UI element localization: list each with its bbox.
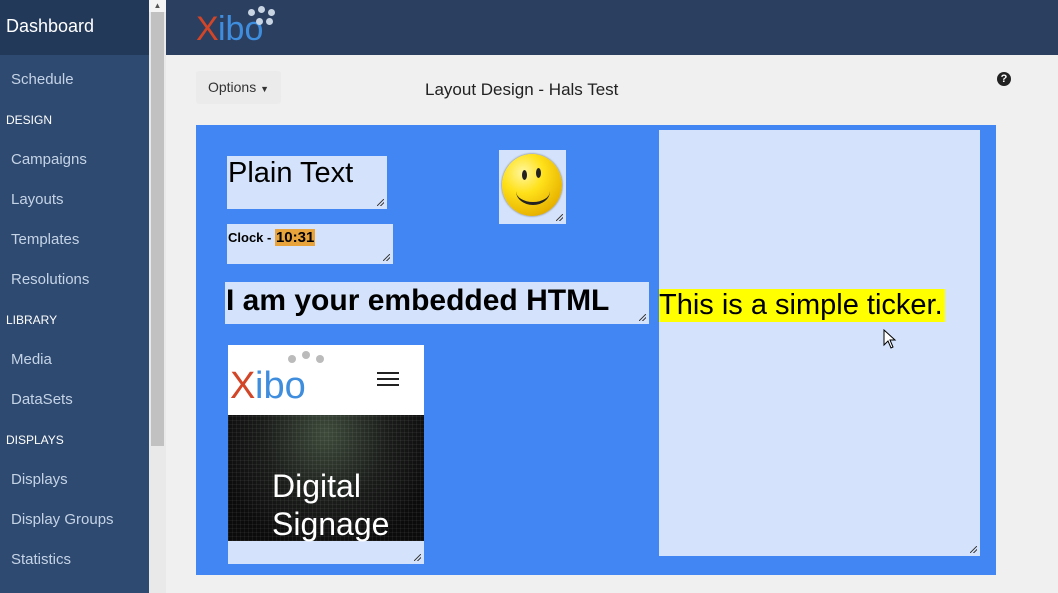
clock-label: Clock -: [228, 230, 275, 245]
sidebar-section-library: LIBRARY: [6, 313, 58, 327]
webpage-logo-ibo: ibo: [255, 365, 306, 407]
sidebar-section-design: DESIGN: [6, 113, 53, 127]
resize-grip-icon[interactable]: [639, 314, 646, 321]
clock-time: 10:31: [274, 229, 316, 246]
sidebar: Dashboard Schedule DESIGN Campaigns Layo…: [0, 0, 149, 593]
layout-canvas[interactable]: Plain Text Clock - 10:31 I am your embed…: [196, 125, 996, 575]
webpage-xibo-logo: X ibo: [228, 351, 324, 407]
webpage-hero-image: Digital Signage: [228, 415, 424, 543]
region-plain-text[interactable]: Plain Text: [227, 156, 387, 209]
region-image[interactable]: [499, 150, 566, 224]
logo-letter-x: X: [196, 10, 219, 48]
webpage-header: X ibo: [228, 345, 424, 415]
webpage-logo-x: X: [230, 365, 256, 407]
sidebar-item-campaigns[interactable]: Campaigns: [11, 151, 87, 168]
sidebar-section-displays: DISPLAYS: [6, 433, 64, 447]
sidebar-scrollbar[interactable]: ▲: [149, 0, 166, 593]
sidebar-item-schedule[interactable]: Schedule: [11, 71, 74, 88]
sidebar-item-layouts[interactable]: Layouts: [11, 191, 64, 208]
hero-title-line-1: Digital: [272, 468, 361, 504]
plain-text-widget: Plain Text: [228, 157, 354, 189]
region-clock[interactable]: Clock - 10:31: [227, 224, 393, 264]
region-ticker[interactable]: This is a simple ticker.: [659, 130, 980, 556]
sidebar-item-display-groups[interactable]: Display Groups: [11, 511, 114, 528]
top-navbar: X ibo: [166, 0, 1058, 55]
caret-down-icon: ▼: [260, 84, 270, 94]
sidebar-item-resolutions[interactable]: Resolutions: [11, 271, 89, 288]
logo-letters-ibo: ibo: [218, 10, 264, 48]
hero-title-line-2: Signage: [272, 506, 390, 542]
mouse-cursor-icon: [883, 329, 897, 349]
clock-widget: Clock - 10:31: [228, 229, 316, 246]
resize-grip-icon[interactable]: [377, 199, 384, 206]
resize-grip-icon[interactable]: [556, 214, 563, 221]
resize-grip-icon[interactable]: [414, 554, 421, 561]
embedded-html-widget: I am your embedded HTML: [226, 284, 610, 317]
xibo-logo[interactable]: X ibo: [196, 6, 286, 50]
options-label: Options: [207, 79, 257, 95]
scroll-thumb[interactable]: [151, 12, 164, 446]
sidebar-item-media[interactable]: Media: [11, 351, 52, 368]
resize-grip-icon[interactable]: [970, 546, 977, 553]
sidebar-title-dashboard[interactable]: Dashboard: [0, 0, 149, 55]
smiley-image: [502, 154, 562, 216]
hamburger-menu-icon[interactable]: [377, 372, 399, 386]
region-webpage[interactable]: X ibo Digital Signage: [228, 345, 424, 564]
sidebar-item-displays[interactable]: Displays: [11, 471, 68, 488]
region-embedded-html[interactable]: I am your embedded HTML: [225, 282, 649, 324]
scroll-up-arrow-icon[interactable]: ▲: [149, 0, 166, 12]
sidebar-item-templates[interactable]: Templates: [11, 231, 79, 248]
help-icon[interactable]: ?: [997, 72, 1011, 86]
page-title: Layout Design - Hals Test: [425, 80, 619, 99]
sidebar-item-datasets[interactable]: DataSets: [11, 391, 73, 408]
resize-grip-icon[interactable]: [383, 254, 390, 261]
options-dropdown-button[interactable]: Options ▼: [196, 71, 281, 104]
sidebar-item-statistics[interactable]: Statistics: [11, 551, 71, 568]
ticker-widget: This is a simple ticker.: [659, 289, 945, 322]
webpage-hero-title: Digital Signage: [272, 467, 389, 543]
